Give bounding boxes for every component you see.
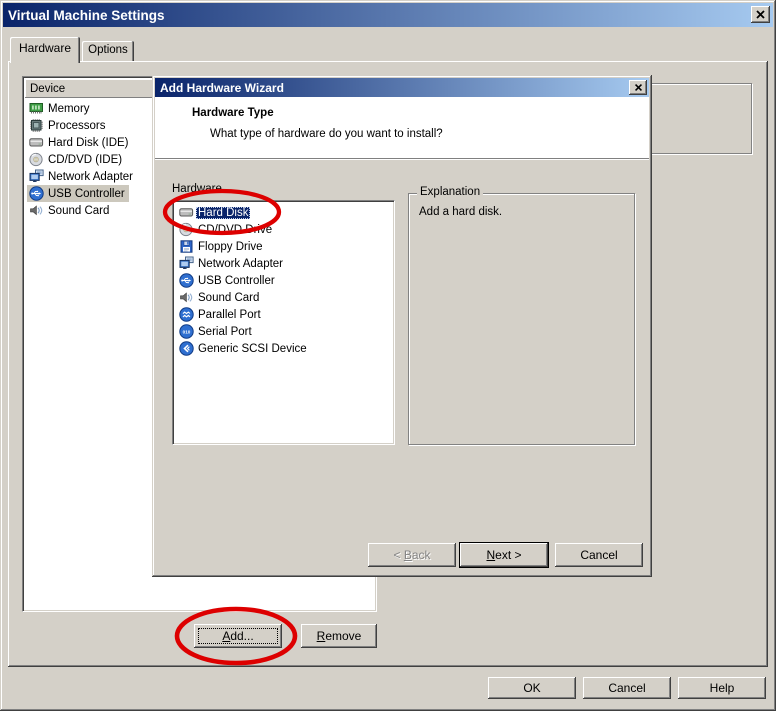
wizard-header-title: Hardware Type — [192, 107, 274, 119]
explanation-groupbox: Explanation Add a hard disk. — [408, 193, 635, 445]
wizard-item-label: USB Controller — [196, 275, 277, 287]
wizard-item-label: Floppy Drive — [196, 241, 265, 253]
device-item-label: Sound Card — [46, 205, 111, 217]
wizard-item-generic-scsi[interactable]: Generic SCSI Device — [175, 340, 392, 357]
wizard-item-label: Network Adapter — [196, 258, 285, 270]
scsi-icon — [179, 341, 194, 356]
wizard-header: Hardware Type What type of hardware do y… — [155, 97, 649, 159]
ok-button[interactable]: OK — [488, 677, 576, 699]
wizard-item-label: Serial Port — [196, 326, 254, 338]
wizard-item-hard-disk[interactable]: Hard Disk — [175, 204, 392, 221]
remove-button[interactable]: Remove — [301, 624, 377, 648]
tab-hardware[interactable]: Hardware — [10, 37, 80, 63]
window-title: Virtual Machine Settings — [8, 8, 165, 23]
tab-hardware-label: Hardware — [19, 41, 71, 55]
wizard-item-label: Hard Disk — [196, 207, 250, 219]
wizard-header-subtitle: What type of hardware do you want to ins… — [210, 128, 443, 140]
wizard-item-cd-dvd-drive[interactable]: CD/DVD Drive — [175, 221, 392, 238]
device-item-label: Memory — [46, 103, 92, 115]
back-button[interactable]: < Back — [368, 543, 456, 567]
hard-disk-icon — [179, 205, 194, 220]
wizard-item-network-adapter[interactable]: Network Adapter — [175, 255, 392, 272]
wizard-item-label: Generic SCSI Device — [196, 343, 309, 355]
add-button[interactable]: Add... — [194, 624, 282, 648]
wizard-item-floppy-drive[interactable]: Floppy Drive — [175, 238, 392, 255]
serial-port-icon — [179, 324, 194, 339]
device-item-label: Hard Disk (IDE) — [46, 137, 131, 149]
wizard-hardware-list[interactable]: Hard Disk CD/DVD Drive Floppy Drive Netw… — [172, 200, 395, 445]
add-hardware-wizard-dialog: Add Hardware Wizard Hardware Type What t… — [152, 75, 652, 577]
next-button-label: N — [486, 548, 495, 562]
processor-icon — [29, 118, 44, 133]
sound-icon — [29, 203, 44, 218]
cd-icon — [29, 152, 44, 167]
window-close-button[interactable] — [751, 6, 770, 23]
wizard-title: Add Hardware Wizard — [160, 81, 284, 95]
tab-options-label: Options — [88, 44, 128, 56]
device-item-label: CD/DVD (IDE) — [46, 154, 124, 166]
sound-icon — [179, 290, 194, 305]
floppy-icon — [179, 239, 194, 254]
wizard-item-sound-card[interactable]: Sound Card — [175, 289, 392, 306]
network-icon — [29, 169, 44, 184]
wizard-item-label: Parallel Port — [196, 309, 263, 321]
next-button[interactable]: Next > — [460, 543, 548, 567]
hard-disk-icon — [29, 135, 44, 150]
device-item-label: Network Adapter — [46, 171, 135, 183]
cd-icon — [179, 222, 194, 237]
device-item-label: USB Controller — [46, 188, 127, 200]
close-icon — [754, 8, 767, 21]
vm-settings-titlebar[interactable]: Virtual Machine Settings — [3, 3, 773, 27]
wizard-close-button[interactable] — [629, 80, 647, 95]
vm-settings-window: Virtual Machine Settings Hardware Option… — [0, 0, 776, 711]
close-icon — [633, 82, 644, 93]
remove-button-label: R — [317, 629, 326, 643]
back-button-label: B — [404, 548, 412, 562]
device-item-label: Processors — [46, 120, 108, 132]
add-button-label: A — [222, 629, 230, 643]
device-column-header-label: Device — [30, 83, 65, 95]
cancel-button[interactable]: Cancel — [583, 677, 671, 699]
wizard-hardware-label: Hardware — [172, 183, 222, 195]
tab-options[interactable]: Options — [82, 41, 134, 62]
ok-button-label: OK — [523, 681, 540, 695]
wizard-cancel-button-label: Cancel — [580, 548, 617, 562]
wizard-item-label: CD/DVD Drive — [196, 224, 274, 236]
usb-icon — [29, 186, 44, 201]
wizard-cancel-button[interactable]: Cancel — [555, 543, 643, 567]
usb-icon — [179, 273, 194, 288]
memory-icon — [29, 101, 44, 116]
explanation-text: Add a hard disk. — [419, 206, 502, 218]
cancel-button-label: Cancel — [608, 681, 645, 695]
help-button-label: Help — [710, 681, 735, 695]
wizard-item-parallel-port[interactable]: Parallel Port — [175, 306, 392, 323]
wizard-item-label: Sound Card — [196, 292, 261, 304]
help-button[interactable]: Help — [678, 677, 766, 699]
wizard-item-usb-controller[interactable]: USB Controller — [175, 272, 392, 289]
wizard-item-serial-port[interactable]: Serial Port — [175, 323, 392, 340]
network-icon — [179, 256, 194, 271]
explanation-legend: Explanation — [417, 186, 483, 198]
parallel-port-icon — [179, 307, 194, 322]
wizard-titlebar[interactable]: Add Hardware Wizard — [155, 78, 649, 97]
